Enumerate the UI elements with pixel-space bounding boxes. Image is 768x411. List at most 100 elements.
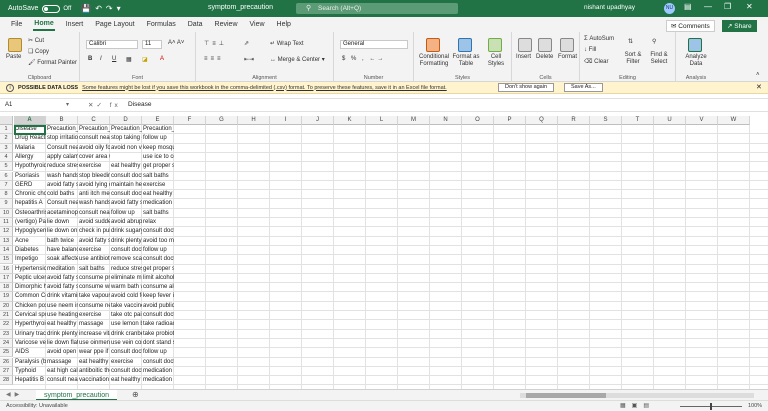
conditional-formatting-button[interactable]: Conditional Formatting (416, 54, 452, 68)
row-header[interactable]: 7 (0, 180, 13, 191)
tab-formulas[interactable]: Formulas (146, 19, 177, 30)
cell-d17[interactable]: eliminate milk (110, 274, 142, 283)
column-header-j[interactable]: J (302, 116, 334, 125)
cell-e7[interactable]: exercise (142, 181, 174, 190)
cell-b15[interactable]: soak affected area in warm water (46, 255, 78, 264)
row-header[interactable]: 20 (0, 301, 13, 311)
cell-c19[interactable]: take vapour (78, 292, 110, 301)
cell-e6[interactable]: salt baths (142, 172, 174, 181)
clear-button[interactable]: ⌫ Clear (584, 58, 609, 65)
column-header-r[interactable]: R (558, 116, 590, 125)
cell-b7[interactable]: avoid fatty spicy food (46, 181, 78, 190)
row-header[interactable]: 4 (0, 152, 13, 163)
column-header-o[interactable]: O (462, 116, 494, 125)
name-box-dropdown-icon[interactable]: ▾ (66, 101, 69, 108)
cell-b21[interactable]: use heating pad or cold pack (46, 311, 78, 320)
cell-e14[interactable]: follow up (142, 246, 174, 255)
cell-d8[interactable]: consult doctor (110, 190, 142, 199)
cell-a22[interactable]: Hyperthyroidism (14, 320, 46, 329)
quick-access-toolbar[interactable]: 💾↶↷▾ (81, 4, 124, 13)
cell-c16[interactable]: salt baths (78, 265, 110, 274)
bold-button[interactable]: B (88, 56, 92, 62)
row-header[interactable]: 24 (0, 338, 13, 349)
analyze-data-icon[interactable] (688, 38, 702, 52)
cell-d10[interactable]: follow up (110, 209, 142, 218)
tab-insert[interactable]: Insert (65, 19, 85, 30)
cell-d5[interactable]: eat healthy (110, 162, 142, 171)
cell-e16[interactable]: get proper sleep (142, 265, 174, 274)
horizontal-align-icons[interactable]: ≡≡≡ (204, 56, 224, 62)
cell-b14[interactable]: have balanced diet (46, 246, 78, 255)
cell-c14[interactable]: exercise (78, 246, 110, 255)
cell-e21[interactable]: consult doctor (142, 311, 174, 320)
cell-d20[interactable]: take vaccine (110, 302, 142, 311)
cell-e25[interactable]: follow up (142, 348, 174, 357)
cell-a23[interactable]: Urinary tract infection (14, 330, 46, 339)
cell-b10[interactable]: acetaminophen (46, 209, 78, 218)
autosum-button[interactable]: Σ AutoSum (584, 36, 614, 42)
cut-button[interactable]: ✂ Cut (28, 37, 44, 44)
accessibility-status[interactable]: Accessibility: Unavailable (6, 403, 68, 409)
row-header[interactable]: 18 (0, 283, 13, 293)
wrap-text-button[interactable]: ↵ Wrap Text (270, 40, 304, 47)
cell-c22[interactable]: massage (78, 320, 110, 329)
cell-b6[interactable]: wash hands with warm soapy water (46, 172, 78, 181)
row-header[interactable]: 13 (0, 236, 13, 246)
cell-c23[interactable]: increase vitamin c intake (78, 330, 110, 339)
column-header-p[interactable]: P (494, 116, 526, 125)
format-as-table-icon[interactable] (458, 38, 472, 52)
cell-a5[interactable]: Hypothyroidism (14, 162, 46, 171)
row-header[interactable]: 2 (0, 134, 13, 144)
row-header[interactable]: 22 (0, 320, 13, 330)
row-header[interactable]: 10 (0, 208, 13, 218)
tab-page-layout[interactable]: Page Layout (94, 19, 135, 30)
row-header[interactable]: 8 (0, 190, 13, 200)
cell-e15[interactable]: consult doctor (142, 255, 174, 264)
row-header[interactable]: 3 (0, 143, 13, 153)
cell-d16[interactable]: reduce stress (110, 265, 142, 274)
cell-c13[interactable]: avoid fatty spicy food (78, 237, 110, 246)
format-cells-button[interactable]: Format (558, 54, 577, 60)
search-box[interactable]: ⚲ Search (Alt+Q) (296, 3, 458, 14)
number-format-icons[interactable]: $ % , ←→ (342, 56, 385, 62)
cell-d28[interactable]: eat healthy (110, 376, 142, 385)
merge-center-button[interactable]: ↔ Merge & Center ▾ (270, 56, 325, 63)
row-header[interactable]: 14 (0, 245, 13, 256)
cell-b11[interactable]: lie down (46, 218, 78, 227)
cell-d11[interactable]: avoid abrupt head movment (110, 218, 142, 227)
cell-c9[interactable]: wash hands through (78, 199, 110, 208)
cell-e4[interactable]: use ice to compress itching (142, 153, 174, 162)
cell-d24[interactable]: use vein compression (110, 339, 142, 348)
selected-cell[interactable] (14, 125, 46, 135)
column-header-w[interactable]: W (718, 116, 750, 125)
cell-e23[interactable]: take probiotics (142, 330, 174, 339)
cell-e3[interactable]: keep mosquitos out (142, 144, 174, 153)
column-header-b[interactable]: B (46, 116, 78, 125)
cell-b27[interactable]: eat high calorie vegitables (46, 367, 78, 376)
cell-styles-icon[interactable] (488, 38, 502, 52)
cell-d2[interactable]: stop taking drug (110, 134, 142, 143)
close-notification-icon[interactable]: ✕ (756, 83, 762, 91)
cell-e11[interactable]: relax (142, 218, 174, 227)
cell-a14[interactable]: Diabetes (14, 246, 46, 255)
borders-icon[interactable]: ▦ (126, 56, 132, 63)
spreadsheet-grid[interactable]: ABCDEFGHIJKLMNOPQRSTUVW 1 Disease Precauti… (0, 116, 768, 391)
cell-a18[interactable]: Dimorphic hemmorhoids(piles) (14, 283, 46, 292)
cell-b28[interactable]: consult nearest hospital (46, 376, 78, 385)
document-title[interactable]: symptom_precaution (208, 4, 273, 11)
format-as-table-button[interactable]: Format as Table (452, 54, 480, 68)
cell-a24[interactable]: Varicose veins (14, 339, 46, 348)
cell-d12[interactable]: drink sugary drinks (110, 227, 142, 236)
cell-e17[interactable]: limit alcohol (142, 274, 174, 283)
cell-c21[interactable]: exercise (78, 311, 110, 320)
cell-b19[interactable]: drink vitamin c rich drinks (46, 292, 78, 301)
orientation-icon[interactable]: ⇗ (244, 40, 249, 47)
cell-b25[interactable]: avoid open cuts (46, 348, 78, 357)
cell-c28[interactable]: vaccination (78, 376, 110, 385)
tab-file[interactable]: File (10, 19, 23, 30)
tab-home[interactable]: Home (33, 18, 55, 31)
cell-d9[interactable]: avoid fatty spicy food (110, 199, 142, 208)
column-header-g[interactable]: G (206, 116, 238, 125)
cell-b2[interactable]: stop irritation (46, 134, 78, 143)
cell-b17[interactable]: avoid fatty spicy food (46, 274, 78, 283)
